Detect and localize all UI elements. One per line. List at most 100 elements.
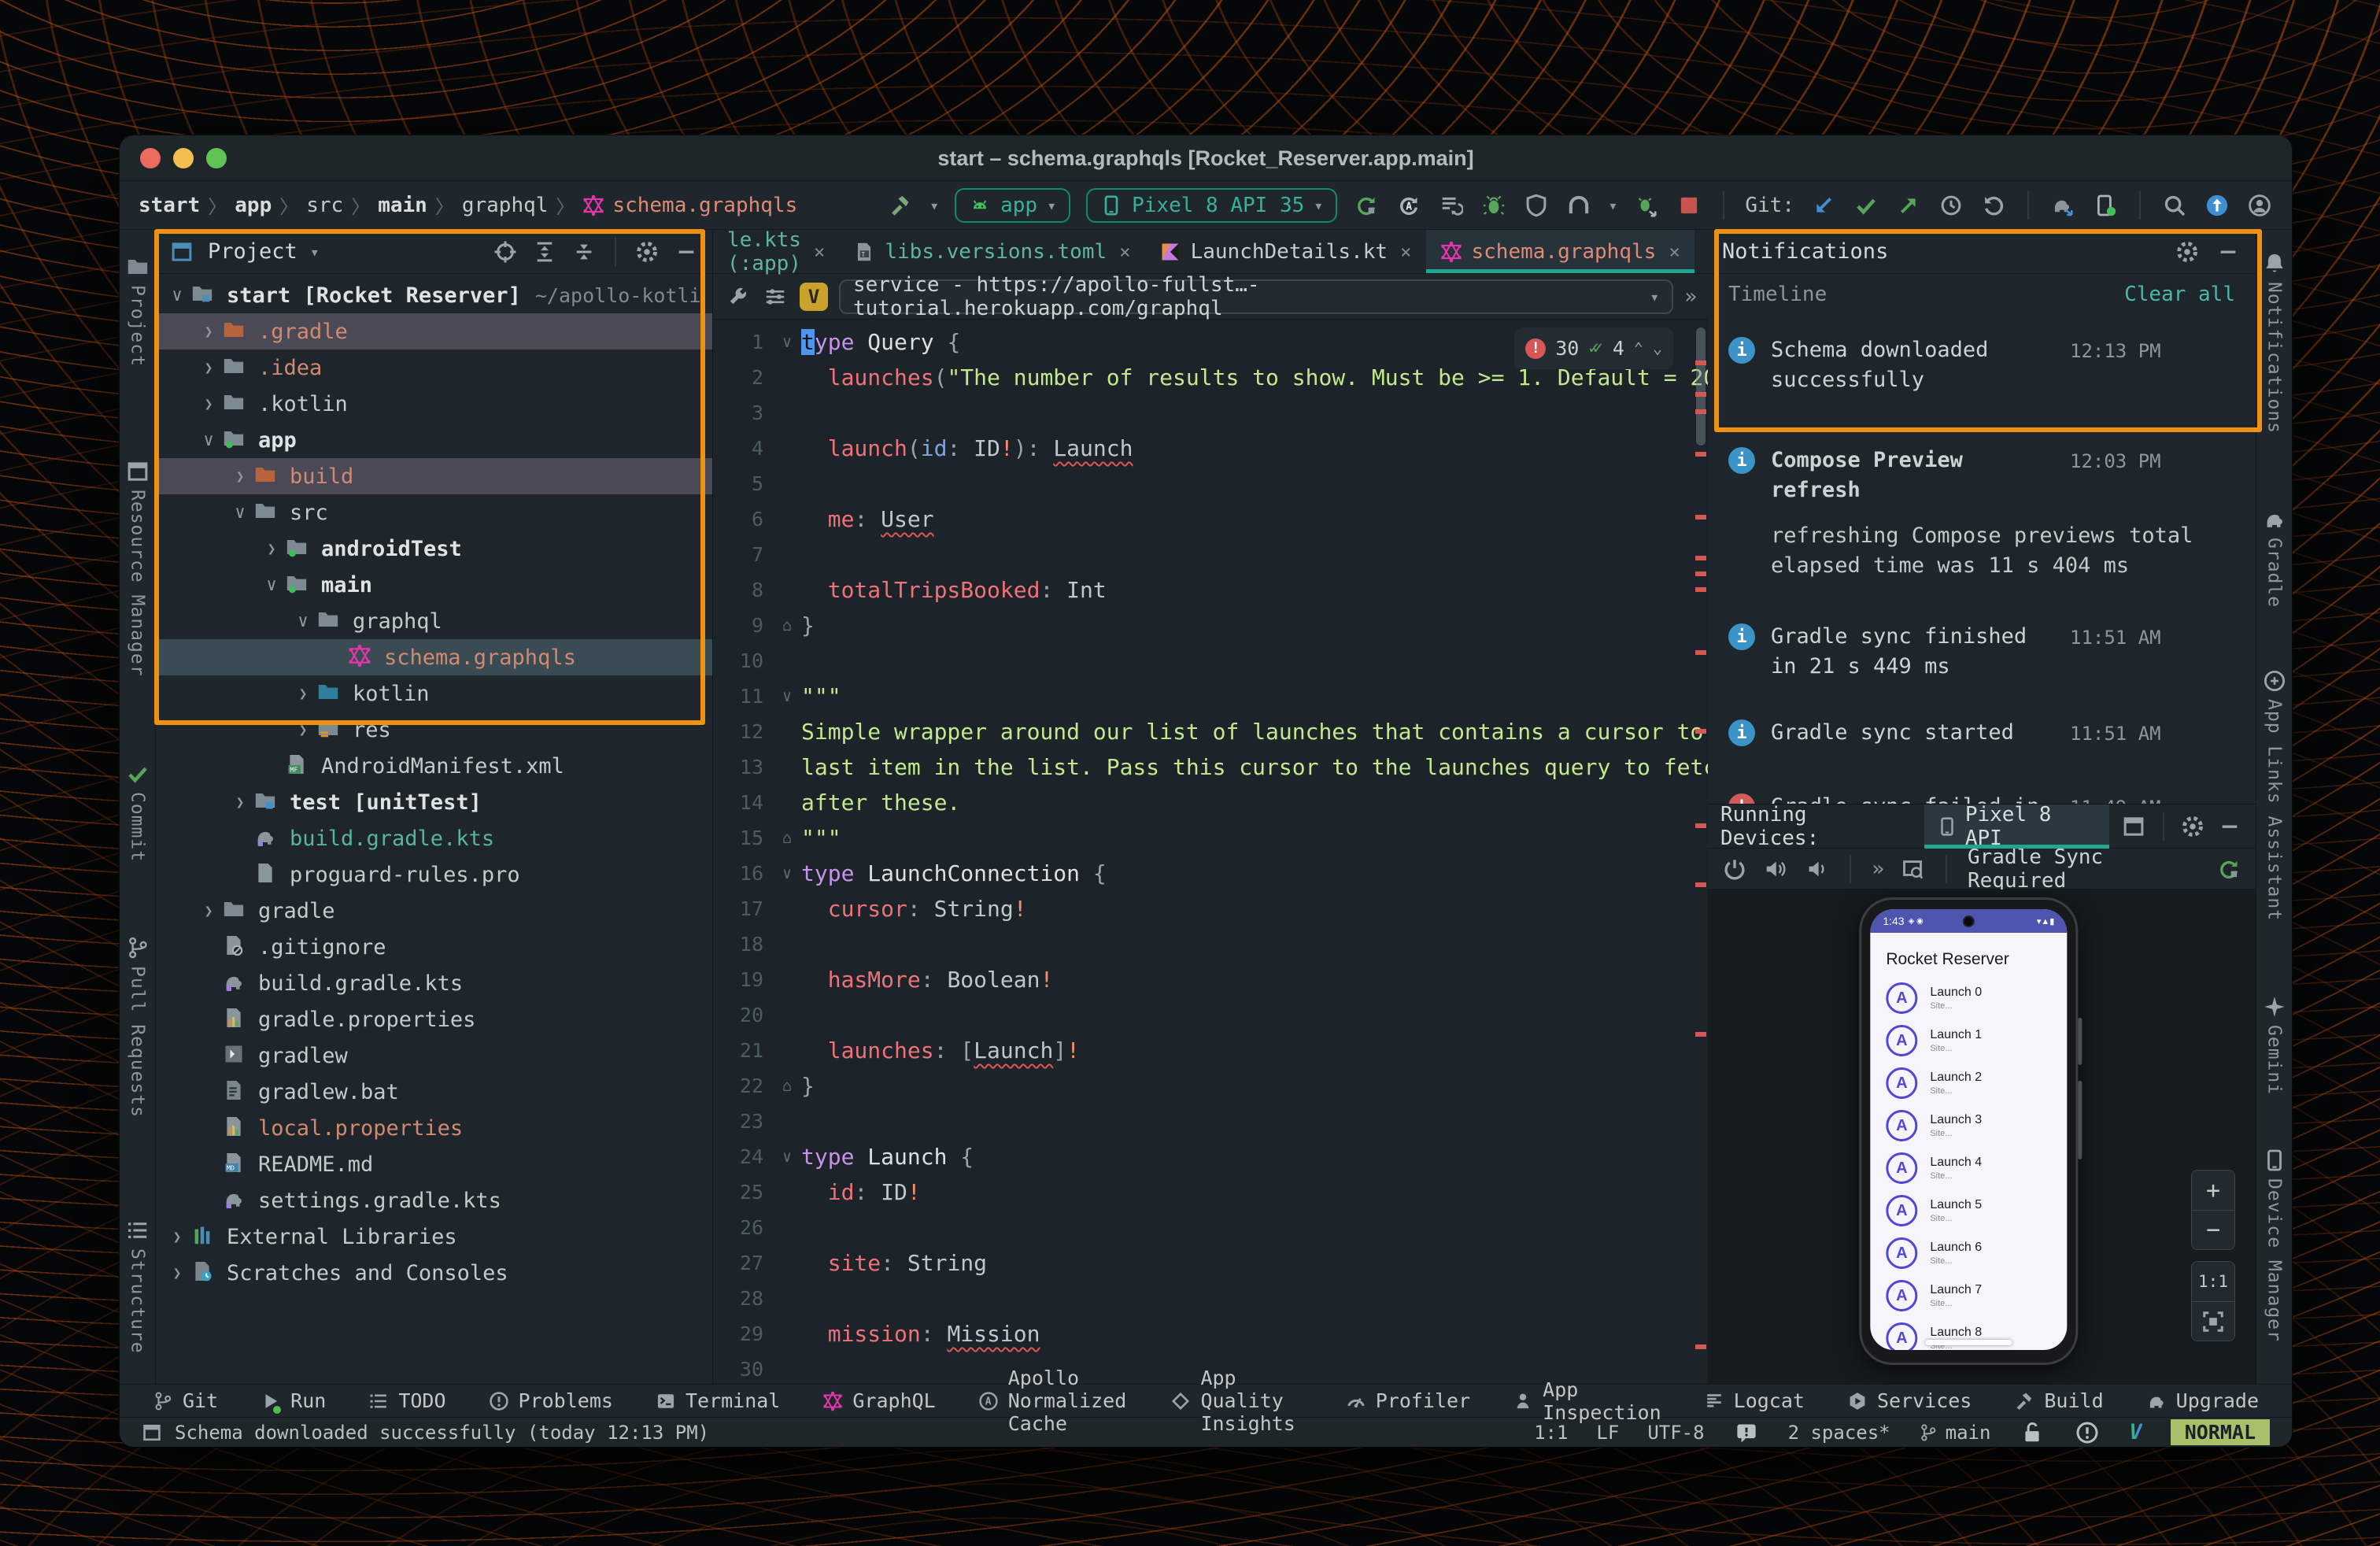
volume-up-icon[interactable] (1763, 856, 1788, 882)
tree-node[interactable]: build.gradle.kts (156, 820, 712, 856)
close-icon[interactable]: × (1400, 241, 1411, 263)
tab-libs-versions-toml[interactable]: Tlibs.versions.toml× (839, 230, 1144, 273)
clear-all-link[interactable]: Clear all (2124, 283, 2235, 306)
prev-problem-icon[interactable]: ⌃ (1634, 331, 1643, 366)
toolwindow-button-app-inspection[interactable]: App Inspection (1513, 1378, 1661, 1424)
search-everywhere-button[interactable] (2161, 192, 2188, 219)
tree-node[interactable]: gradlew (156, 1037, 712, 1074)
error-stripe-mark[interactable] (1695, 1032, 1706, 1037)
tab-le-kts-app-[interactable]: le.kts (:app)× (713, 230, 839, 273)
attach-debugger-button[interactable] (1633, 192, 1660, 219)
fold-marker-icon[interactable]: ∨ (773, 679, 801, 714)
chevron-down-icon[interactable]: ▾ (929, 196, 939, 215)
fold-marker-icon[interactable] (773, 1316, 801, 1352)
toolwindow-button-app-quality-insights[interactable]: App Quality Insights (1170, 1367, 1303, 1435)
device-select[interactable]: Pixel 8 API 35▾ (1086, 188, 1337, 223)
gradle-sync-button[interactable] (2049, 192, 2076, 219)
sidebar-item-structure[interactable]: Structure (120, 1220, 155, 1354)
error-stripe-mark[interactable] (1695, 556, 1706, 560)
graphql-endpoint-select[interactable]: service - https://apollo-fullst…-tutoria… (839, 279, 1673, 314)
breadcrumb-item[interactable]: src (306, 194, 343, 217)
tree-node[interactable]: settings.gradle.kts (156, 1182, 712, 1219)
fold-marker-icon[interactable] (773, 537, 801, 572)
zoom-reset-button[interactable]: 1:1 (2192, 1262, 2234, 1301)
tree-node[interactable]: ∨start [Rocket Reserver]~/apollo-kotli (156, 277, 712, 313)
filter-settings-icon[interactable] (762, 283, 789, 310)
error-stripe-mark[interactable] (1695, 392, 1706, 397)
tree-node[interactable]: ❯External Libraries (156, 1219, 712, 1255)
git-push-button[interactable] (1895, 192, 1922, 219)
tree-chevron-icon[interactable]: ❯ (258, 541, 285, 557)
run-button[interactable] (1353, 192, 1380, 219)
tree-chevron-icon[interactable]: ❯ (195, 360, 222, 376)
tree-chevron-icon[interactable]: ❯ (195, 903, 222, 919)
fold-marker-icon[interactable] (773, 1245, 801, 1281)
tree-node[interactable]: ❯kotlin (156, 675, 712, 712)
new-window-icon[interactable] (2120, 813, 2146, 840)
toolwindow-button-graphql[interactable]: GraphQL (822, 1389, 935, 1412)
tree-node[interactable]: ❯.kotlin (156, 386, 712, 422)
tree-node[interactable]: ❯test [unitTest] (156, 784, 712, 820)
gear-icon[interactable] (2174, 239, 2201, 265)
tree-node[interactable]: ∨app (156, 422, 712, 458)
error-stripe[interactable] (1694, 320, 1708, 1384)
sidebar-item-project[interactable]: Project (120, 257, 155, 367)
git-history-button[interactable] (1938, 192, 1964, 219)
sidebar-item-device-manager[interactable]: Device Manager (2256, 1150, 2292, 1342)
git-rollback-button[interactable] (1980, 192, 2007, 219)
launch-list[interactable]: ALaunch 0Site...ALaunch 1Site...ALaunch … (1870, 977, 2067, 1350)
tree-chevron-icon[interactable]: ❯ (195, 396, 222, 412)
apply-changes-button[interactable]: A (1395, 192, 1422, 219)
launch-list-item[interactable]: ALaunch 6Site... (1870, 1232, 2067, 1274)
tree-node[interactable]: build.gradle.kts (156, 965, 712, 1001)
layout-icon[interactable] (142, 1419, 162, 1446)
tree-node[interactable]: MFAndroidManifest.xml (156, 748, 712, 784)
file-encoding[interactable]: UTF-8 (1647, 1422, 1704, 1444)
git-branch-widget[interactable]: main (1919, 1419, 1991, 1446)
breadcrumb-item[interactable]: graphql (462, 194, 549, 217)
error-stripe-mark[interactable] (1695, 571, 1706, 576)
tree-chevron-icon[interactable]: ❯ (195, 324, 222, 340)
fold-marker-icon[interactable] (773, 572, 801, 608)
toolwindow-button-logcat[interactable]: Logcat (1704, 1389, 1805, 1412)
tree-node[interactable]: schema.graphqls (156, 639, 712, 675)
notification-item[interactable]: iCompose Preview refresh12:03 PMrefreshi… (1708, 436, 2256, 581)
notification-item[interactable]: iGradle sync started11:51 AM (1708, 708, 2256, 748)
zoom-out-button[interactable]: − (2192, 1210, 2234, 1249)
fold-marker-icon[interactable] (773, 431, 801, 466)
sidebar-item-gradle[interactable]: Gradle (2256, 509, 2292, 608)
fold-marker-icon[interactable]: ∨ (773, 856, 801, 891)
fold-marker-icon[interactable] (773, 749, 801, 785)
locate-file-icon[interactable] (492, 239, 519, 265)
next-problem-icon[interactable]: ⌄ (1653, 331, 1662, 366)
close-icon[interactable]: × (1669, 241, 1680, 263)
launch-list-item[interactable]: ALaunch 4Site... (1870, 1147, 2067, 1189)
close-icon[interactable]: × (1119, 241, 1130, 263)
toolwindow-button-build[interactable]: Build (2014, 1389, 2103, 1412)
toolwindow-button-run[interactable]: Run (261, 1389, 326, 1412)
vim-icon[interactable]: V (2129, 1420, 2142, 1444)
error-stripe-mark[interactable] (1695, 882, 1706, 887)
tree-chevron-icon[interactable]: ∨ (290, 612, 316, 631)
more-actions-icon[interactable]: » (1684, 285, 1697, 309)
tree-chevron-icon[interactable]: ❯ (164, 1229, 190, 1245)
launch-list-item[interactable]: ALaunch 3Site... (1870, 1104, 2067, 1147)
run-configuration-select[interactable]: app▾ (955, 188, 1070, 223)
fold-marker-icon[interactable] (773, 785, 801, 820)
error-stripe-mark[interactable] (1695, 587, 1706, 592)
tab-schema-graphqls[interactable]: schema.graphqls× (1426, 230, 1694, 273)
sync-run-icon[interactable] (2216, 856, 2241, 882)
profile-avatar-button[interactable] (2246, 192, 2273, 219)
coverage-button[interactable] (1565, 192, 1592, 219)
breadcrumb-file[interactable]: schema.graphqls (612, 194, 797, 217)
fold-marker-icon[interactable] (773, 714, 801, 749)
toolwindow-button-services[interactable]: Services (1847, 1389, 1972, 1412)
fold-marker-icon[interactable] (773, 643, 801, 679)
fold-marker-icon[interactable]: ⌂ (773, 608, 801, 643)
toolwindow-button-git[interactable]: Git (153, 1389, 218, 1412)
tree-node[interactable]: ❯gradle (156, 893, 712, 929)
hide-panel-icon[interactable] (2215, 239, 2241, 265)
error-stripe-mark[interactable] (1695, 452, 1706, 457)
error-stripe-mark[interactable] (1695, 409, 1706, 414)
tree-chevron-icon[interactable]: ❯ (227, 794, 253, 811)
